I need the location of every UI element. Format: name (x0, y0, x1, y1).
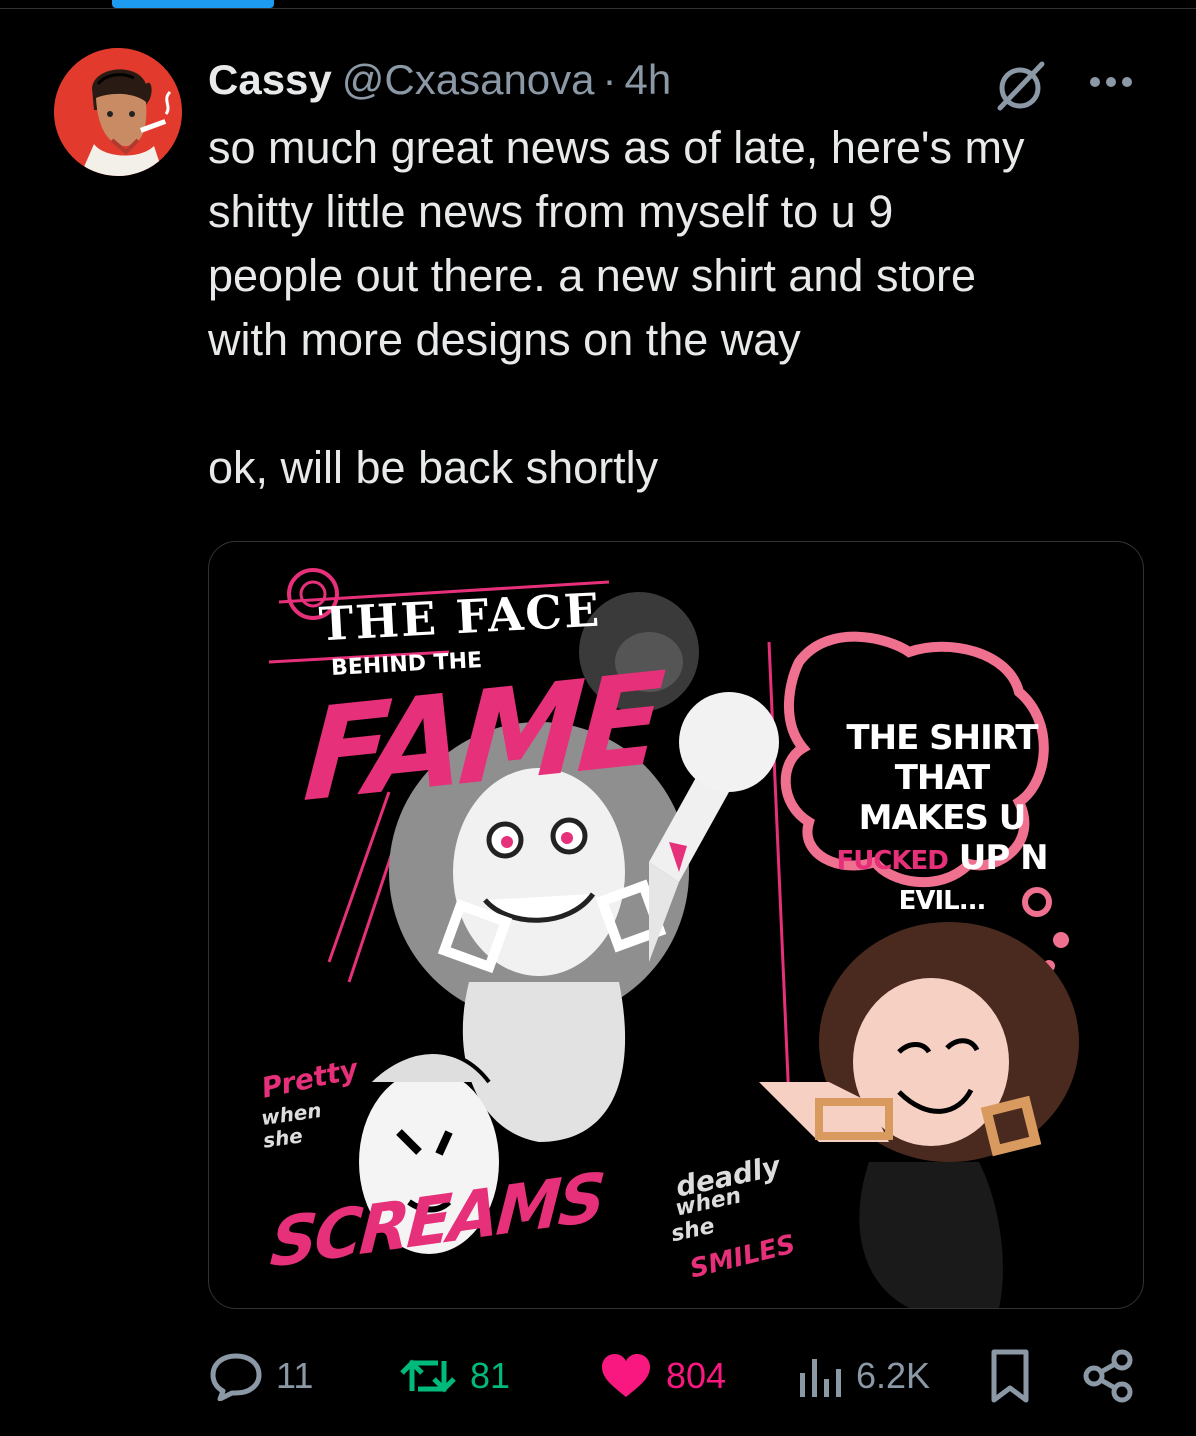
author-handle[interactable]: @Cxasanova (342, 56, 595, 104)
tweet-line: people out there. a new shirt and store (208, 250, 976, 301)
grok-icon[interactable] (990, 60, 1050, 112)
tweet-text: so much great news as of late, here's my… (208, 116, 1158, 500)
retweet-icon (400, 1359, 456, 1393)
divider (0, 8, 1196, 9)
like-icon (602, 1354, 650, 1397)
bubble-highlight: FUCKED (836, 846, 948, 876)
speech-bubble-text: THE SHIRT THAT MAKES U FUCKED UP N EVIL.… (827, 718, 1057, 921)
tweet-line: with more designs on the way (208, 314, 801, 365)
bookmark-icon (991, 1349, 1029, 1403)
views-count: 6.2K (856, 1355, 931, 1396)
tweet-line: so much great news as of late, here's my (208, 122, 1025, 173)
reply-icon (210, 1353, 262, 1401)
active-tab-indicator (112, 0, 274, 8)
author-name[interactable]: Cassy (208, 56, 332, 104)
share-button[interactable] (1080, 1346, 1136, 1406)
views-icon (800, 1359, 841, 1397)
separator: · (602, 56, 617, 103)
bubble-line: THAT MAKES U (858, 758, 1027, 838)
like-count: 804 (666, 1355, 727, 1396)
avatar[interactable] (54, 48, 182, 176)
bubble-line: THE SHIRT (846, 718, 1038, 758)
timestamp[interactable]: 4h (625, 56, 672, 104)
bubble-text-part: UP N (947, 838, 1049, 878)
share-icon (1083, 1349, 1133, 1403)
like-button[interactable]: 804 (598, 1346, 726, 1406)
avatar-illustration (54, 48, 182, 176)
tweet-header: Cassy @Cxasanova · 4h (208, 52, 671, 108)
more-icon[interactable] (1086, 62, 1136, 102)
views-button[interactable]: 6.2K (794, 1346, 930, 1406)
tweet-line: ok, will be back shortly (208, 442, 659, 493)
bubble-line: EVIL... (898, 886, 987, 916)
retweet-count: 81 (470, 1355, 511, 1396)
tweet-media-image[interactable]: THE FACE BEHIND THE FAME Pretty when she… (208, 541, 1144, 1309)
bookmark-button[interactable] (988, 1346, 1032, 1406)
reply-count: 11 (276, 1355, 314, 1396)
bubble-line: FUCKED UP N (827, 838, 1057, 881)
reply-button[interactable]: 11 (208, 1346, 313, 1406)
tweet-line: shitty little news from myself to u 9 (208, 186, 894, 237)
retweet-button[interactable]: 81 (398, 1346, 510, 1406)
tweet-actions: 11 81 804 6.2K (0, 1346, 1196, 1416)
